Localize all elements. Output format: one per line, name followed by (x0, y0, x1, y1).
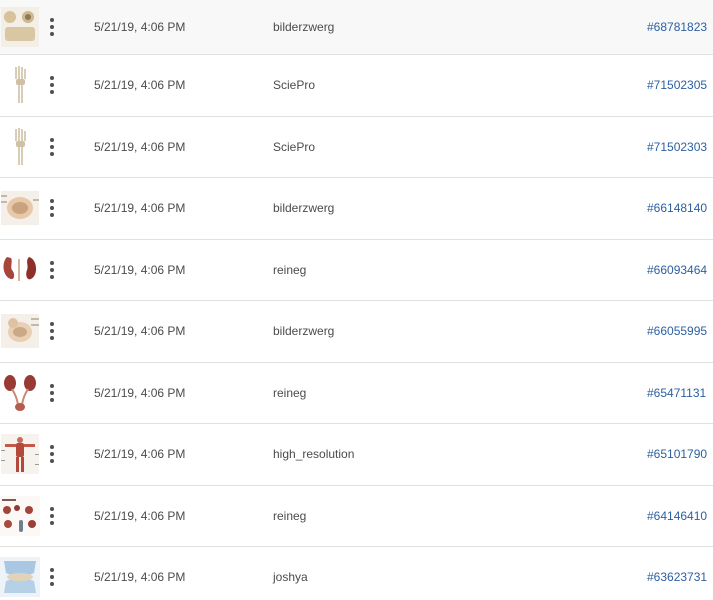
row-asset-id-link[interactable]: #65471131 (647, 386, 706, 400)
row-date: 5/21/19, 4:06 PM (94, 139, 186, 154)
row-date: 5/21/19, 4:06 PM (94, 262, 186, 277)
hand-skeleton-icon[interactable] (0, 64, 40, 106)
human-muscle-chart-icon[interactable] (0, 433, 40, 475)
row-date: 5/21/19, 4:06 PM (94, 508, 186, 523)
row-date: 5/21/19, 4:06 PM (94, 20, 186, 34)
row-author: bilderzwerg (273, 324, 335, 339)
anatomy-knee-diagram-icon[interactable] (0, 6, 40, 48)
row-asset-id-link[interactable]: #65101790 (647, 447, 707, 461)
row-author: bilderzwerg (273, 201, 335, 216)
row-asset-id-link[interactable]: #64146410 (647, 509, 707, 523)
row-date: 5/21/19, 4:06 PM (94, 201, 186, 216)
knee-joint-icon[interactable] (0, 556, 40, 598)
row-asset-id-link[interactable]: #66093464 (647, 263, 707, 277)
more-options-icon[interactable] (45, 260, 59, 280)
brain-cross-section-icon[interactable] (0, 310, 40, 352)
list-item[interactable]: 5/21/19, 4:06 PM bilderzwerg #66148140 (0, 178, 713, 240)
row-date: 5/21/19, 4:06 PM (94, 78, 186, 93)
row-author: joshya (273, 570, 308, 585)
list-item[interactable]: 5/21/19, 4:06 PM reineg #64146410 (0, 485, 713, 547)
more-options-icon[interactable] (45, 75, 59, 95)
list-item[interactable]: 5/21/19, 4:06 PM SciePro #71502303 (0, 116, 713, 178)
more-options-icon[interactable] (45, 137, 59, 157)
row-asset-id-link[interactable]: #66055995 (647, 324, 707, 338)
row-asset-id-link[interactable]: #71502303 (647, 140, 707, 154)
row-asset-id-link[interactable]: #63623731 (647, 570, 707, 584)
row-author: reineg (273, 385, 307, 400)
kidney-infographic-icon[interactable] (0, 495, 40, 537)
list-item[interactable]: 5/21/19, 4:06 PM reineg #65471131 (0, 362, 713, 424)
more-options-icon[interactable] (45, 17, 59, 37)
row-author: SciePro (273, 139, 316, 154)
kidney-icon[interactable] (0, 249, 40, 291)
row-asset-id-link[interactable]: #66148140 (647, 201, 707, 215)
row-author: SciePro (273, 78, 316, 93)
list-item[interactable]: 5/21/19, 4:06 PM bilderzwerg #68781823 (0, 0, 713, 55)
more-options-icon[interactable] (45, 444, 59, 464)
list-item[interactable]: 5/21/19, 4:06 PM high_resolution #651017… (0, 424, 713, 486)
row-date: 5/21/19, 4:06 PM (94, 385, 186, 400)
row-asset-id-link[interactable]: #68781823 (647, 20, 707, 34)
row-asset-id-link[interactable]: #71502305 (647, 78, 707, 92)
list-item[interactable]: 5/21/19, 4:06 PM SciePro #71502305 (0, 55, 713, 117)
brain-cross-section-icon[interactable] (0, 187, 40, 229)
urinary-system-icon[interactable] (0, 372, 40, 414)
row-author: reineg (273, 508, 307, 523)
list-item[interactable]: 5/21/19, 4:06 PM reineg #66093464 (0, 239, 713, 301)
more-options-icon[interactable] (45, 383, 59, 403)
row-date: 5/21/19, 4:06 PM (94, 324, 186, 339)
hand-skeleton-icon[interactable] (0, 126, 40, 168)
asset-list: 5/21/19, 4:06 PM bilderzwerg #68781823 5… (0, 0, 713, 600)
more-options-icon[interactable] (45, 506, 59, 526)
row-date: 5/21/19, 4:06 PM (94, 570, 186, 585)
row-author: bilderzwerg (273, 20, 335, 34)
list-item[interactable]: 5/21/19, 4:06 PM bilderzwerg #66055995 (0, 301, 713, 363)
more-options-icon[interactable] (45, 321, 59, 341)
row-author: high_resolution (273, 447, 355, 462)
more-options-icon[interactable] (45, 567, 59, 587)
row-date: 5/21/19, 4:06 PM (94, 447, 186, 462)
row-author: reineg (273, 262, 307, 277)
more-options-icon[interactable] (45, 198, 59, 218)
list-item[interactable]: 5/21/19, 4:06 PM joshya #63623731 (0, 547, 713, 600)
